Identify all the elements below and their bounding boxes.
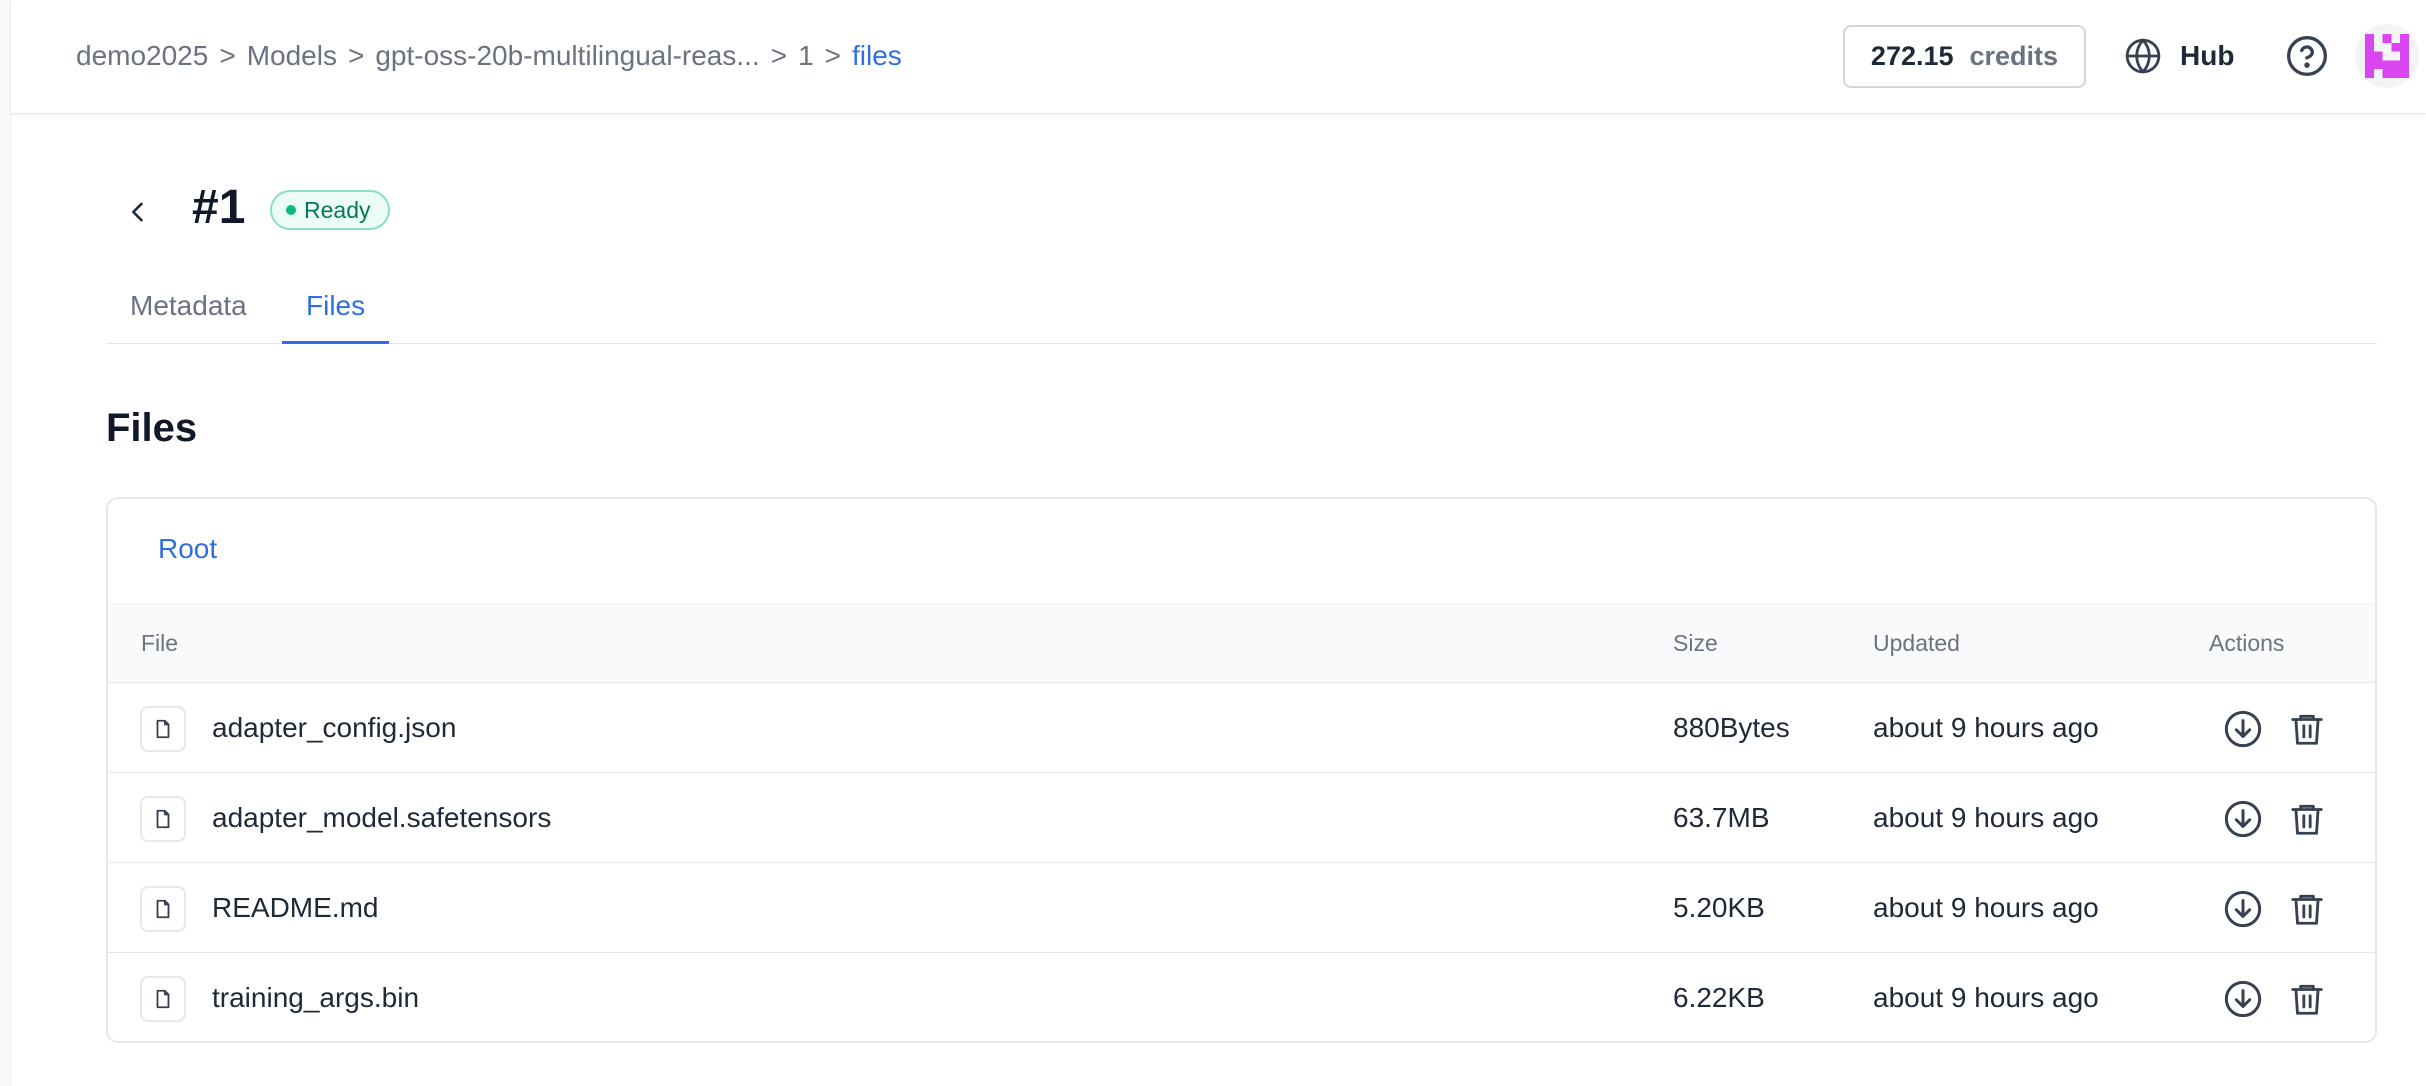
file-name[interactable]: training_args.bin	[212, 953, 419, 1041]
credits-unit: credits	[1969, 41, 2059, 71]
back-button[interactable]	[120, 190, 156, 234]
column-header-size[interactable]: Size	[1673, 604, 1718, 682]
trash-icon	[2291, 804, 2323, 835]
download-icon	[2224, 980, 2262, 1018]
trash-icon	[2291, 894, 2323, 925]
table-row[interactable]: README.md 5.20KB about 9 hours ago	[108, 863, 2375, 953]
file-icon	[140, 976, 186, 1022]
breadcrumb: demo2025 > Models > gpt-oss-20b-multilin…	[76, 0, 902, 112]
breadcrumb-item-current: files	[852, 40, 902, 71]
help-circle-icon	[2287, 36, 2327, 76]
root-folder-link[interactable]: Root	[158, 533, 217, 565]
file-size: 5.20KB	[1673, 892, 1765, 923]
page-title: #1	[192, 181, 246, 234]
tab-files[interactable]: Files	[282, 270, 390, 344]
credits-amount: 272.15	[1870, 41, 1954, 71]
column-header-file: File	[141, 630, 179, 656]
file-updated: about 9 hours ago	[1873, 982, 2099, 1013]
download-icon	[2224, 890, 2262, 928]
file-icon	[140, 706, 186, 752]
delete-button[interactable]	[2285, 977, 2329, 1021]
top-header: demo2025 > Models > gpt-oss-20b-multilin…	[11, 0, 2426, 114]
tab-metadata[interactable]: Metadata	[106, 270, 271, 344]
file-icon	[140, 886, 186, 932]
globe-icon	[2125, 38, 2161, 74]
table-header: File Size Updated Actions	[108, 603, 2375, 683]
file-updated: about 9 hours ago	[1873, 892, 2099, 923]
table-row[interactable]: adapter_config.json 880Bytes about 9 hou…	[108, 683, 2375, 773]
chevron-left-icon	[132, 202, 143, 222]
file-name[interactable]: adapter_config.json	[212, 683, 456, 773]
tab-bar: Metadata Files	[106, 270, 2377, 344]
file-name[interactable]: adapter_model.safetensors	[212, 773, 551, 863]
trash-icon	[2291, 984, 2323, 1015]
table-row[interactable]: training_args.bin 6.22KB about 9 hours a…	[108, 953, 2375, 1041]
file-name[interactable]: README.md	[212, 863, 378, 953]
column-header-actions: Actions	[2209, 630, 2285, 656]
avatar[interactable]	[2355, 24, 2419, 88]
column-header-updated[interactable]: Updated	[1873, 604, 1960, 682]
delete-button[interactable]	[2285, 887, 2329, 931]
hub-button[interactable]: Hub	[2124, 30, 2234, 82]
status-label: Ready	[304, 196, 371, 223]
file-size: 6.22KB	[1673, 982, 1765, 1013]
file-updated: about 9 hours ago	[1873, 802, 2099, 833]
download-button[interactable]	[2221, 707, 2265, 751]
left-edge-strip	[0, 0, 11, 1086]
download-button[interactable]	[2221, 887, 2265, 931]
file-updated: about 9 hours ago	[1873, 712, 2099, 743]
delete-button[interactable]	[2285, 797, 2329, 841]
breadcrumb-item-models[interactable]: Models	[247, 40, 337, 72]
breadcrumb-separator: >	[770, 40, 788, 71]
status-dot	[286, 205, 296, 215]
credits-button[interactable]: 272.15 credits	[1843, 25, 2086, 88]
download-icon	[2224, 800, 2262, 838]
avatar-identicon	[2365, 34, 2409, 78]
file-size: 63.7MB	[1673, 802, 1770, 833]
download-icon	[2224, 710, 2262, 748]
hub-label: Hub	[2180, 40, 2235, 71]
trash-icon	[2291, 714, 2323, 745]
download-button[interactable]	[2221, 977, 2265, 1021]
status-badge: Ready	[270, 190, 391, 230]
file-icon	[140, 796, 186, 842]
breadcrumb-item-version[interactable]: 1	[798, 40, 814, 72]
breadcrumb-separator: >	[824, 40, 842, 71]
breadcrumb-item-model[interactable]: gpt-oss-20b-multilingual-reas...	[375, 40, 759, 72]
breadcrumb-separator: >	[347, 40, 365, 71]
table-row[interactable]: adapter_model.safetensors 63.7MB about 9…	[108, 773, 2375, 863]
help-button[interactable]	[2285, 34, 2329, 78]
files-panel: Root File Size Updated Actions adapter_c…	[106, 497, 2377, 1043]
breadcrumb-item-workspace[interactable]: demo2025	[76, 40, 208, 72]
file-size: 880Bytes	[1673, 712, 1790, 743]
download-button[interactable]	[2221, 797, 2265, 841]
delete-button[interactable]	[2285, 707, 2329, 751]
breadcrumb-separator: >	[219, 40, 236, 71]
section-title: Files	[106, 406, 198, 450]
